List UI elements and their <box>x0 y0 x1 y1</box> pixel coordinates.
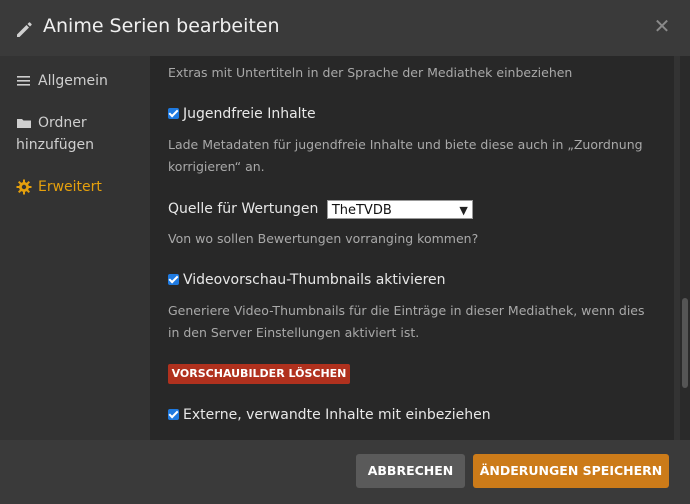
sidebar-item-general[interactable]: Allgemein <box>16 70 108 92</box>
dialog-title: Anime Serien bearbeiten <box>43 15 280 37</box>
rating-source-row: Quelle für Wertungen TheTVDB ▼ <box>168 198 473 220</box>
dialog-footer: ABBRECHEN ÄNDERUNGEN SPEICHERN <box>0 440 690 504</box>
chevron-down-icon: ▼ <box>459 203 468 217</box>
family-content-checkbox[interactable]: Jugendfreie Inhalte <box>168 104 316 124</box>
gear-icon <box>16 179 32 195</box>
video-thumbnails-description: Generiere Video-Thumbnails für die Eintr… <box>168 303 645 340</box>
checkbox-label: Externe, verwandte Inhalte mit einbezieh… <box>183 407 491 423</box>
sidebar-item-advanced[interactable]: Erweitert <box>16 176 102 198</box>
external-content-checkbox[interactable]: Externe, verwandte Inhalte mit einbezieh… <box>168 405 491 425</box>
checkbox-checked[interactable] <box>168 274 179 285</box>
checkbox-checked[interactable] <box>168 409 179 420</box>
scrollbar-thumb[interactable] <box>682 298 688 388</box>
scrollbar[interactable] <box>680 56 690 440</box>
family-content-description: Lade Metadaten für jugendfreie Inhalte u… <box>168 137 643 174</box>
sidebar-item-label: Erweitert <box>38 179 102 195</box>
extras-description: Extras mit Untertiteln in der Sprache de… <box>168 65 573 80</box>
checkbox-checked[interactable] <box>168 108 179 119</box>
sidebar-item-label: Allgemein <box>38 73 108 89</box>
cancel-button[interactable]: ABBRECHEN <box>356 454 465 488</box>
select-value: TheTVDB <box>331 202 392 218</box>
close-icon[interactable]: ✕ <box>652 16 672 36</box>
settings-panel: Extras mit Untertiteln in der Sprache de… <box>150 56 674 440</box>
delete-thumbnails-button[interactable]: VORSCHAUBILDER LÖSCHEN <box>168 364 350 384</box>
video-thumbnails-checkbox[interactable]: Videovorschau-Thumbnails aktivieren <box>168 270 446 290</box>
rating-source-description: Von wo sollen Bewertungen vorranging kom… <box>168 231 479 246</box>
rating-source-label: Quelle für Wertungen <box>168 201 319 217</box>
sidebar-item-add-folder[interactable]: Ordner hinzufügen <box>16 112 126 156</box>
checkbox-label: Jugendfreie Inhalte <box>183 106 316 122</box>
checkbox-label: Videovorschau-Thumbnails aktivieren <box>183 272 446 288</box>
list-icon <box>17 76 30 86</box>
save-changes-button[interactable]: ÄNDERUNGEN SPEICHERN <box>473 454 669 488</box>
edit-library-dialog: Anime Serien bearbeiten ✕ Allgemein Ordn… <box>0 0 690 504</box>
pencil-icon <box>17 22 32 37</box>
rating-source-select[interactable]: TheTVDB ▼ <box>326 199 473 219</box>
sidebar: Allgemein Ordner hinzufügen Erweitert <box>0 56 150 440</box>
dialog-header: Anime Serien bearbeiten ✕ <box>0 0 690 56</box>
folder-icon <box>17 119 31 128</box>
